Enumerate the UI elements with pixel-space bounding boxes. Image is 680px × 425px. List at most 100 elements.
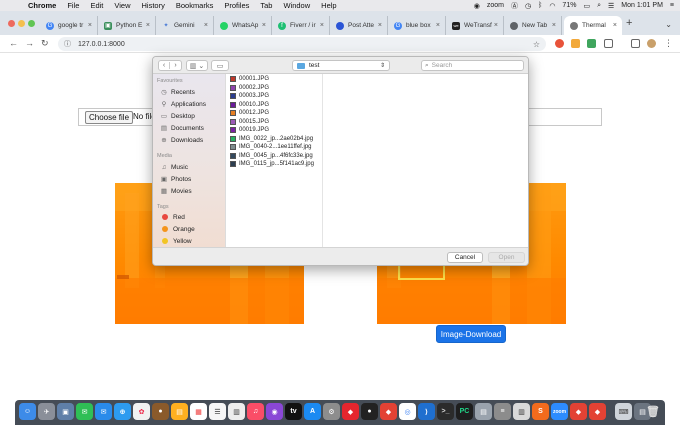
sidebar-tag-red[interactable]: Red	[160, 212, 185, 222]
image-download-button[interactable]: Image-Download	[436, 325, 506, 343]
window-close-button[interactable]	[8, 20, 15, 27]
anydesk-icon[interactable]: ◆	[380, 403, 397, 420]
address-bar[interactable]: ⓘ 127.0.0.1:8000 ☆	[58, 37, 546, 51]
tab-close-icon[interactable]: ×	[320, 22, 324, 29]
tab-new-tab[interactable]: New Tab ×	[504, 16, 562, 35]
file-item[interactable]: 00019.JPG	[230, 126, 269, 134]
sidebar-item-photos[interactable]: ▣ Photos	[160, 174, 191, 184]
profile-avatar[interactable]	[647, 39, 656, 48]
file-item[interactable]: IMG_0040-2...1ee11ffef.jpg	[230, 143, 312, 151]
podcasts-icon[interactable]: ◉	[266, 403, 283, 420]
zoom-app-icon[interactable]: zoom	[551, 403, 568, 420]
bluetooth-icon[interactable]: ᛒ	[538, 2, 542, 9]
sidebar-item-documents[interactable]: ▤ Documents	[160, 123, 204, 133]
location-popup[interactable]: test ⇕	[292, 60, 390, 71]
menu-bookmarks[interactable]: Bookmarks	[176, 1, 214, 10]
pycharm-icon[interactable]: PC	[456, 403, 473, 420]
tab-close-icon[interactable]: ×	[494, 22, 498, 29]
sidebar-tag-yellow[interactable]: Yellow	[160, 236, 192, 246]
control-center-icon[interactable]: ☰	[608, 2, 614, 10]
menu-profiles[interactable]: Profiles	[224, 1, 249, 10]
trash-icon[interactable]: 🗑	[646, 403, 660, 420]
wifi-icon[interactable]: ◠	[549, 2, 555, 10]
sidebar-item-movies[interactable]: ▦ Movies	[160, 186, 192, 196]
sublime-text-icon[interactable]: S	[532, 403, 549, 420]
open-button-disabled[interactable]: Open	[488, 252, 525, 263]
file-item[interactable]: 00002.JPG	[230, 84, 269, 92]
music-app-icon[interactable]: ♫	[247, 403, 264, 420]
contacts-icon[interactable]: ●	[152, 403, 169, 420]
menu-tab[interactable]: Tab	[260, 1, 272, 10]
extension-green-icon[interactable]	[587, 39, 596, 48]
back-arrow-icon[interactable]: ←	[9, 38, 18, 48]
extension-orange-icon[interactable]	[571, 39, 580, 48]
bookmark-star-icon[interactable]: ☆	[533, 40, 540, 49]
text-a-icon[interactable]: Ⓐ	[511, 1, 518, 11]
file-item[interactable]: 00001.JPG	[230, 75, 269, 83]
chrome-menu-kebab-icon[interactable]: ⋮	[664, 38, 673, 49]
tab-close-icon[interactable]: ×	[146, 22, 150, 29]
extension-red-icon[interactable]	[555, 39, 564, 48]
system-settings-gear-icon[interactable]: ⚙	[323, 403, 340, 420]
preview-app-icon[interactable]: ▣	[57, 403, 74, 420]
file-item[interactable]: 00015.JPG	[230, 118, 269, 126]
tab-close-icon[interactable]: ×	[378, 22, 382, 29]
menu-app-name[interactable]: Chrome	[28, 1, 56, 10]
tab-close-icon[interactable]: ×	[613, 22, 617, 29]
battery-percent[interactable]: 71%	[562, 2, 576, 9]
spotlight-search-icon[interactable]: ⌕	[597, 2, 601, 10]
tab-close-icon[interactable]: ×	[204, 22, 208, 29]
keyboard-viewer-icon[interactable]: ⌨	[615, 403, 632, 420]
apple-tv-icon[interactable]: tv	[285, 403, 302, 420]
sidebar-item-desktop[interactable]: ▭ Desktop	[160, 111, 195, 121]
site-info-icon[interactable]: ⓘ	[64, 39, 71, 49]
choose-file-button[interactable]: Choose file	[85, 111, 134, 124]
app-store-icon[interactable]: A	[304, 403, 321, 420]
sidebar-item-recents[interactable]: ◷ Recents	[160, 87, 195, 97]
tab-gemini[interactable]: ✦ Gemini ×	[156, 16, 214, 35]
mail-icon[interactable]: ✉	[95, 403, 112, 420]
window-zoom-button[interactable]	[28, 20, 35, 27]
tab-fiverr[interactable]: f Fiverr / ir ×	[272, 16, 330, 35]
text-document-icon[interactable]: ▥	[513, 403, 530, 420]
menu-history[interactable]: History	[142, 1, 165, 10]
finder-icon[interactable]: ☺	[19, 403, 36, 420]
dialog-forward-chevron-icon[interactable]: ›	[170, 62, 181, 69]
reload-icon[interactable]: ↻	[41, 38, 49, 49]
zoom-status[interactable]: zoom	[487, 2, 504, 9]
sidebar-item-applications[interactable]: ⚲ Applications	[160, 99, 206, 109]
system-info-icon[interactable]: ▤	[475, 403, 492, 420]
tab-search-chevron-icon[interactable]: ⌄	[665, 20, 672, 29]
sidebar-item-music[interactable]: ♫ Music	[160, 162, 188, 172]
notes-icon[interactable]: ▥	[228, 403, 245, 420]
tab-close-icon[interactable]: ×	[88, 22, 92, 29]
reminders-icon[interactable]: ☰	[209, 403, 226, 420]
tab-blue-box[interactable]: G blue box ×	[388, 16, 446, 35]
tab-whatsapp[interactable]: WhatsAp ×	[214, 16, 272, 35]
anydesk-secondary-icon[interactable]: ◆	[570, 403, 587, 420]
sidebar-tag-orange[interactable]: Orange	[160, 224, 195, 234]
books-icon[interactable]: ▤	[171, 403, 188, 420]
red-app-icon[interactable]: ◆	[342, 403, 359, 420]
battery-icon[interactable]: ▭	[583, 2, 590, 10]
view-mode-button[interactable]: ▥ ⌄	[186, 60, 208, 71]
tab-thermal-active[interactable]: Thermal ×	[564, 16, 622, 35]
tab-wetransfer[interactable]: we WeTransf ×	[446, 16, 504, 35]
safari-compass-icon[interactable]: ⊕	[114, 403, 131, 420]
tab-google-translate[interactable]: G google tr ×	[40, 16, 98, 35]
dialog-search-field[interactable]: ⌕ Search	[421, 60, 524, 71]
window-minimize-button[interactable]	[18, 20, 25, 27]
file-item[interactable]: IMG_0045_jp...4f6fc33e.jpg	[230, 152, 313, 160]
new-folder-button[interactable]: ▭	[211, 60, 229, 71]
messages-facetime-icon[interactable]: ✉	[76, 403, 93, 420]
recording-icon[interactable]: ◉	[474, 2, 480, 10]
file-item[interactable]: 00010.JPG	[230, 101, 269, 109]
sidebar-item-downloads[interactable]: ⊕ Downloads	[160, 135, 203, 145]
extensions-puzzle-icon[interactable]	[604, 39, 613, 48]
dialog-back-chevron-icon[interactable]: ‹	[159, 62, 171, 69]
github-desktop-icon[interactable]: ●	[361, 403, 378, 420]
forward-arrow-icon[interactable]: →	[25, 38, 34, 48]
tab-close-icon[interactable]: ×	[262, 22, 266, 29]
calendar-icon[interactable]: ▦	[190, 403, 207, 420]
tab-close-icon[interactable]: ×	[552, 22, 556, 29]
